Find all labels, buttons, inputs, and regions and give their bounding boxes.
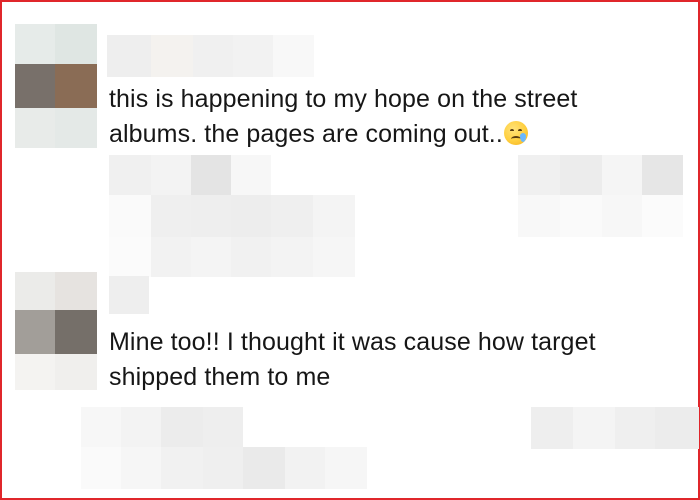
crying-face-emoji-icon: [503, 121, 528, 145]
screenshot-frame: this is happening to my hope on the stre…: [0, 0, 700, 500]
comment-2-text-content: Mine too!! I thought it was cause how ta…: [109, 328, 596, 391]
comment-1-text: this is happening to my hope on the stre…: [109, 82, 669, 152]
comment-2-text: Mine too!! I thought it was cause how ta…: [109, 325, 684, 395]
